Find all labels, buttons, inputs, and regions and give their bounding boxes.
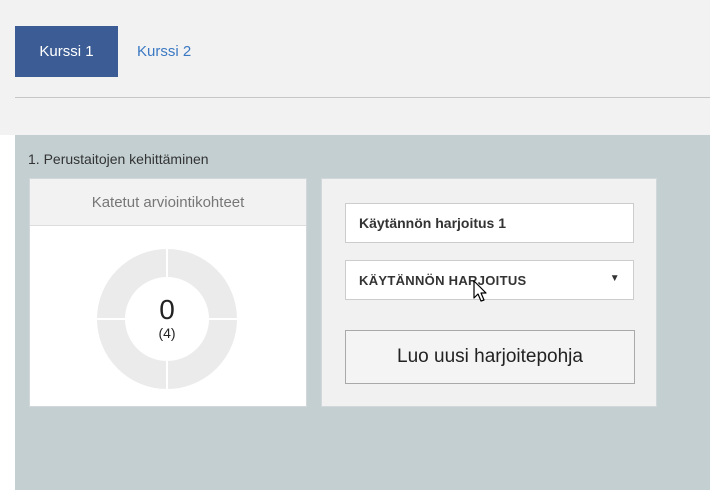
mouse-pointer-icon <box>473 280 487 302</box>
exercise-type-select[interactable]: KÄYTÄNNÖN HARJOITUS ▼ <box>345 260 634 300</box>
select-value: KÄYTÄNNÖN HARJOITUS <box>359 272 527 288</box>
create-template-button[interactable]: Luo uusi harjoitepohja <box>345 330 635 384</box>
total-count: (4) <box>158 325 176 341</box>
tab-kurssi-1[interactable]: Kurssi 1 <box>15 26 118 77</box>
caret-down-icon: ▼ <box>609 273 620 284</box>
tab-label: Kurssi 2 <box>137 43 192 60</box>
coverage-card-header: Katetut arviointikohteet <box>30 179 306 226</box>
exercise-form-card: KÄYTÄNNÖN HARJOITUS ▼ Luo uusi harjoitep… <box>321 178 657 407</box>
coverage-card: Katetut arviointikohteet 0 (4) <box>29 178 307 407</box>
covered-count: 0 <box>159 294 175 325</box>
donut-center: 0 (4) <box>97 249 237 389</box>
section-title: 1. Perustaitojen kehittäminen <box>28 151 209 167</box>
course-tabs-bar: Kurssi 1 Kurssi 2 <box>0 0 710 135</box>
coverage-card-title: Katetut arviointikohteet <box>91 193 245 211</box>
exercise-name-input[interactable] <box>345 203 634 243</box>
tabs-divider <box>15 97 710 98</box>
tab-label: Kurssi 1 <box>39 43 94 60</box>
skill-section: 1. Perustaitojen kehittäminen Katetut ar… <box>15 135 710 490</box>
tab-kurssi-2[interactable]: Kurssi 2 <box>137 26 191 77</box>
